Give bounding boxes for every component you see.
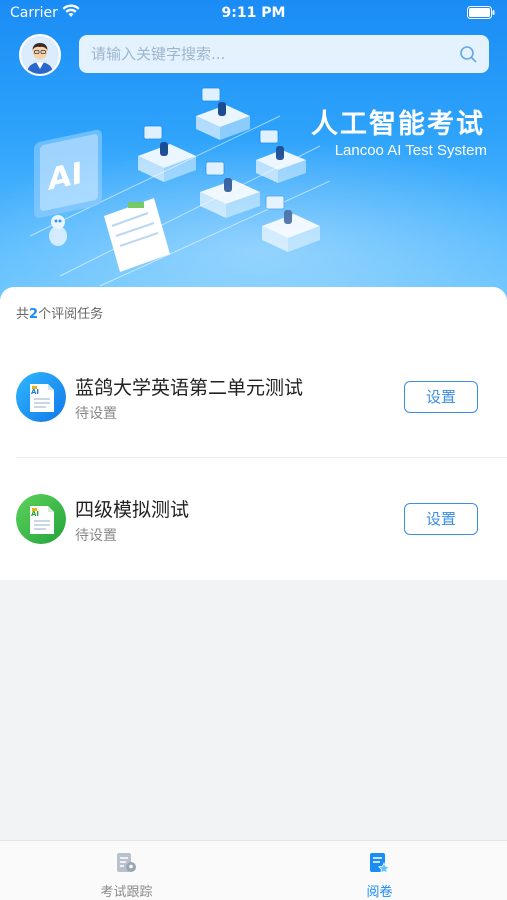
grading-icon xyxy=(370,853,391,874)
bottom-tab-bar: 考试跟踪 阅卷 xyxy=(0,840,507,900)
search-icon[interactable] xyxy=(459,45,477,63)
task-list-card: 共2个评阅任务 AI 蓝鸽大学英语第二单元测试 待设置 设置 AI 四级模拟测试… xyxy=(0,287,507,580)
task-count-number: 2 xyxy=(29,307,39,322)
avatar-icon xyxy=(21,36,59,74)
task-title: 蓝鸽大学英语第二单元测试 xyxy=(75,377,304,399)
status-time: 9:11 PM xyxy=(221,5,286,21)
svg-text:AI: AI xyxy=(31,510,39,518)
tab-label: 考试跟踪 xyxy=(100,885,153,900)
task-count-suffix: 个评阅任务 xyxy=(38,307,104,322)
task-title: 四级模拟测试 xyxy=(75,499,190,521)
task-divider xyxy=(16,457,507,458)
exam-tracking-icon xyxy=(117,853,136,872)
user-avatar[interactable] xyxy=(19,34,61,76)
hero-title: 人工智能考试 xyxy=(311,109,485,140)
tab-exam-tracking[interactable]: 考试跟踪 xyxy=(0,841,253,900)
ai-illustration-text: AI xyxy=(48,156,82,198)
task-count-summary: 共2个评阅任务 xyxy=(16,303,103,322)
battery-icon xyxy=(467,6,495,19)
hero-banner: Carrier 9:11 PM 请输入关键字搜索... AI 人工智能考试 La… xyxy=(0,0,507,300)
hero-subtitle: Lancoo AI Test System xyxy=(334,142,487,159)
settings-button[interactable]: 设置 xyxy=(404,503,478,535)
search-bar[interactable] xyxy=(79,35,489,73)
tab-label: 阅卷 xyxy=(366,885,393,900)
settings-button[interactable]: 设置 xyxy=(404,381,478,413)
svg-text:AI: AI xyxy=(31,388,39,396)
task-status: 待设置 xyxy=(75,528,117,544)
task-status: 待设置 xyxy=(75,406,117,422)
task-item[interactable]: AI 蓝鸽大学英语第二单元测试 待设置 设置 xyxy=(0,337,507,457)
exam-paper-icon: AI xyxy=(16,372,66,422)
exam-paper-icon: AI xyxy=(16,494,66,544)
tab-grading[interactable]: 阅卷 xyxy=(253,841,506,900)
status-bar: Carrier 9:11 PM xyxy=(0,0,507,28)
task-count-prefix: 共 xyxy=(16,307,30,322)
task-item[interactable]: AI 四级模拟测试 待设置 设置 xyxy=(0,459,507,579)
ai-exam-illustration: AI xyxy=(29,87,330,286)
search-input[interactable] xyxy=(91,44,451,64)
